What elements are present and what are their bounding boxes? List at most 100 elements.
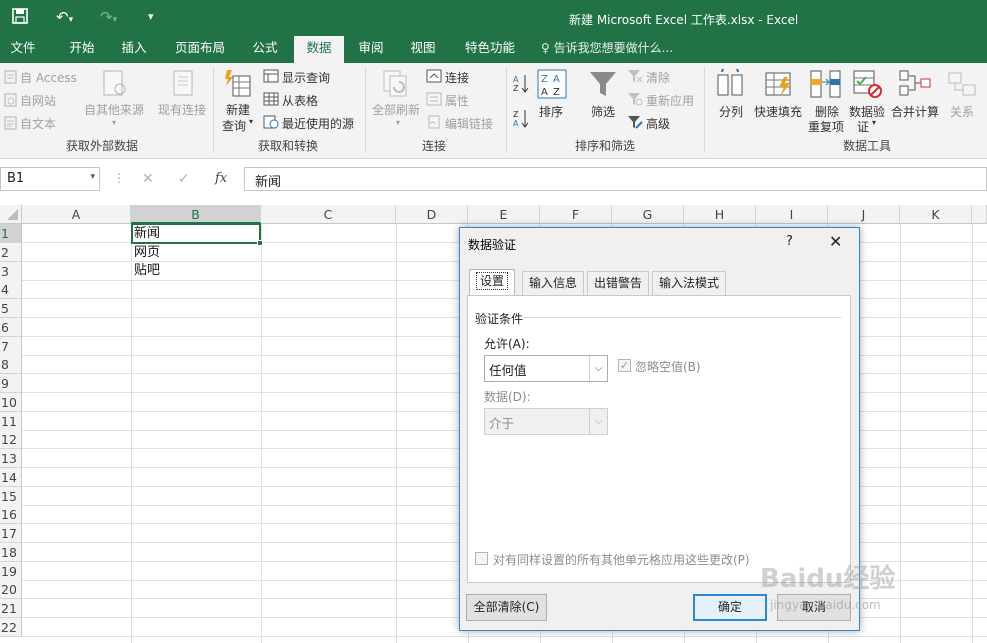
- column-header-g[interactable]: G: [612, 205, 684, 224]
- column-header-e[interactable]: E: [468, 205, 540, 224]
- formula-input[interactable]: 新闻: [244, 167, 987, 191]
- close-icon[interactable]: ✕: [829, 232, 842, 251]
- column-header-k[interactable]: K: [900, 205, 972, 224]
- tab-view[interactable]: 视图: [402, 36, 444, 63]
- remove-duplicates-button-line2[interactable]: 重复项: [808, 118, 844, 135]
- select-all-corner[interactable]: [0, 205, 22, 224]
- redo-icon[interactable]: ↷▾: [100, 8, 117, 26]
- row-header-14[interactable]: 14: [0, 468, 22, 487]
- sort-button[interactable]: 排序: [539, 103, 563, 120]
- tab-settings-label: 设置: [476, 272, 509, 290]
- fill-handle[interactable]: [257, 240, 263, 246]
- column-header-a[interactable]: A: [22, 205, 131, 224]
- sort-az-icon[interactable]: AZ: [513, 73, 529, 98]
- row-header-10[interactable]: 10: [0, 393, 22, 412]
- undo-icon[interactable]: ↶▾: [56, 8, 73, 26]
- apply-all-checkbox[interactable]: [475, 552, 488, 565]
- tab-insert[interactable]: 插入: [112, 36, 156, 63]
- flash-fill-button[interactable]: 快速填充: [754, 103, 802, 120]
- tab-file[interactable]: 文件: [0, 36, 46, 63]
- row-header-3[interactable]: 3: [0, 262, 22, 281]
- allow-select[interactable]: 任何值 ⌵: [484, 355, 608, 382]
- help-icon[interactable]: ?: [786, 234, 793, 249]
- row-header-2[interactable]: 2: [0, 243, 22, 262]
- tab-error-alert[interactable]: 出错警告: [587, 271, 650, 295]
- tab-page-layout[interactable]: 页面布局: [166, 36, 234, 63]
- properties-button[interactable]: 属性: [445, 92, 469, 109]
- tab-special[interactable]: 特色功能: [456, 36, 524, 63]
- data-select[interactable]: 介于 ⌵: [484, 408, 608, 435]
- tell-me-box[interactable]: ♀ 告诉我您想要做什么...: [541, 36, 673, 63]
- row-header-18[interactable]: 18: [0, 543, 22, 562]
- ignore-blank-checkbox[interactable]: ✓: [618, 359, 631, 372]
- row-header-9[interactable]: 9: [0, 374, 22, 393]
- from-access-button[interactable]: 自 Access: [20, 69, 77, 86]
- recent-sources-button[interactable]: 最近使用的源: [282, 115, 354, 132]
- save-icon[interactable]: [12, 8, 28, 28]
- column-header-d[interactable]: D: [396, 205, 468, 224]
- column-header-i[interactable]: I: [756, 205, 828, 224]
- column-header-c[interactable]: C: [261, 205, 396, 224]
- text-to-columns-button[interactable]: 分列: [719, 103, 743, 120]
- tab-review[interactable]: 审阅: [350, 36, 392, 63]
- refresh-all-button[interactable]: 全部刷新: [372, 101, 420, 118]
- tab-ime-mode[interactable]: 输入法模式: [652, 271, 727, 295]
- row-header-12[interactable]: 12: [0, 430, 22, 449]
- ok-button[interactable]: 确定: [693, 594, 767, 621]
- advanced-button[interactable]: 高级: [646, 115, 670, 132]
- filter-button[interactable]: 筛选: [591, 103, 615, 120]
- tab-home[interactable]: 开始: [58, 36, 106, 63]
- row-header-5[interactable]: 5: [0, 299, 22, 318]
- column-header-f[interactable]: F: [540, 205, 612, 224]
- row-header-19[interactable]: 19: [0, 562, 22, 581]
- cell-b3[interactable]: 贴吧: [134, 261, 160, 280]
- clear-all-button[interactable]: 全部清除(C): [466, 594, 547, 621]
- cell-b2[interactable]: 网页: [134, 243, 160, 262]
- row-header-21[interactable]: 21: [0, 599, 22, 618]
- data-validation-button-line2[interactable]: 证: [857, 118, 869, 135]
- row-header-11[interactable]: 11: [0, 412, 22, 431]
- existing-connections-button[interactable]: 现有连接: [158, 101, 206, 118]
- row-header-4[interactable]: 4: [0, 280, 22, 299]
- cancel-icon[interactable]: ✕: [142, 171, 154, 187]
- tab-settings[interactable]: 设置: [469, 269, 516, 296]
- row-header-7[interactable]: 7: [0, 337, 22, 356]
- column-header-j[interactable]: J: [828, 205, 900, 224]
- new-query-button[interactable]: 新建: [226, 101, 250, 118]
- tab-input-message[interactable]: 输入信息: [522, 271, 585, 295]
- ribbon-tabs: 文件 开始 插入 页面布局 公式 数据 审阅 视图 特色功能 ♀ 告诉我您想要做…: [0, 36, 987, 63]
- from-table-button[interactable]: 从表格: [282, 92, 318, 109]
- row-header-1[interactable]: 1: [0, 224, 22, 243]
- insert-function-icon[interactable]: fx: [215, 171, 227, 186]
- column-header-b[interactable]: B: [131, 205, 261, 224]
- row-header-15[interactable]: 15: [0, 487, 22, 506]
- row-header-16[interactable]: 16: [0, 505, 22, 524]
- name-box[interactable]: B1 ▾: [0, 167, 100, 191]
- sort-za-icon[interactable]: ZA: [513, 108, 529, 133]
- new-query-button-line2[interactable]: 查询: [222, 117, 246, 134]
- enter-icon[interactable]: ✓: [178, 171, 190, 187]
- from-web-button[interactable]: 自网站: [20, 92, 56, 109]
- edit-links-button[interactable]: 编辑链接: [445, 115, 493, 132]
- clear-button[interactable]: 清除: [646, 69, 670, 86]
- row-header-13[interactable]: 13: [0, 449, 22, 468]
- row-header-17[interactable]: 17: [0, 524, 22, 543]
- reapply-button[interactable]: 重新应用: [646, 92, 694, 109]
- baidu-watermark-url: jingyan.baidu.com: [770, 598, 881, 612]
- row-header-8[interactable]: 8: [0, 355, 22, 374]
- name-box-dropdown-icon[interactable]: ▾: [90, 172, 95, 182]
- show-queries-button[interactable]: 显示查询: [282, 69, 330, 86]
- tab-data[interactable]: 数据: [294, 36, 344, 63]
- customize-quick-access-icon[interactable]: ▾: [148, 10, 154, 23]
- row-header-20[interactable]: 20: [0, 580, 22, 599]
- tab-formulas[interactable]: 公式: [244, 36, 286, 63]
- row-header-6[interactable]: 6: [0, 318, 22, 337]
- consolidate-button[interactable]: 合并计算: [891, 103, 939, 120]
- column-header-h[interactable]: H: [684, 205, 756, 224]
- connections-button[interactable]: 连接: [445, 69, 469, 86]
- from-text-button[interactable]: 自文本: [20, 115, 56, 132]
- edit-links-icon: [426, 115, 442, 132]
- other-sources-button[interactable]: 自其他来源: [84, 101, 144, 118]
- relationships-button[interactable]: 关系: [950, 103, 974, 120]
- row-header-22[interactable]: 22: [0, 618, 22, 637]
